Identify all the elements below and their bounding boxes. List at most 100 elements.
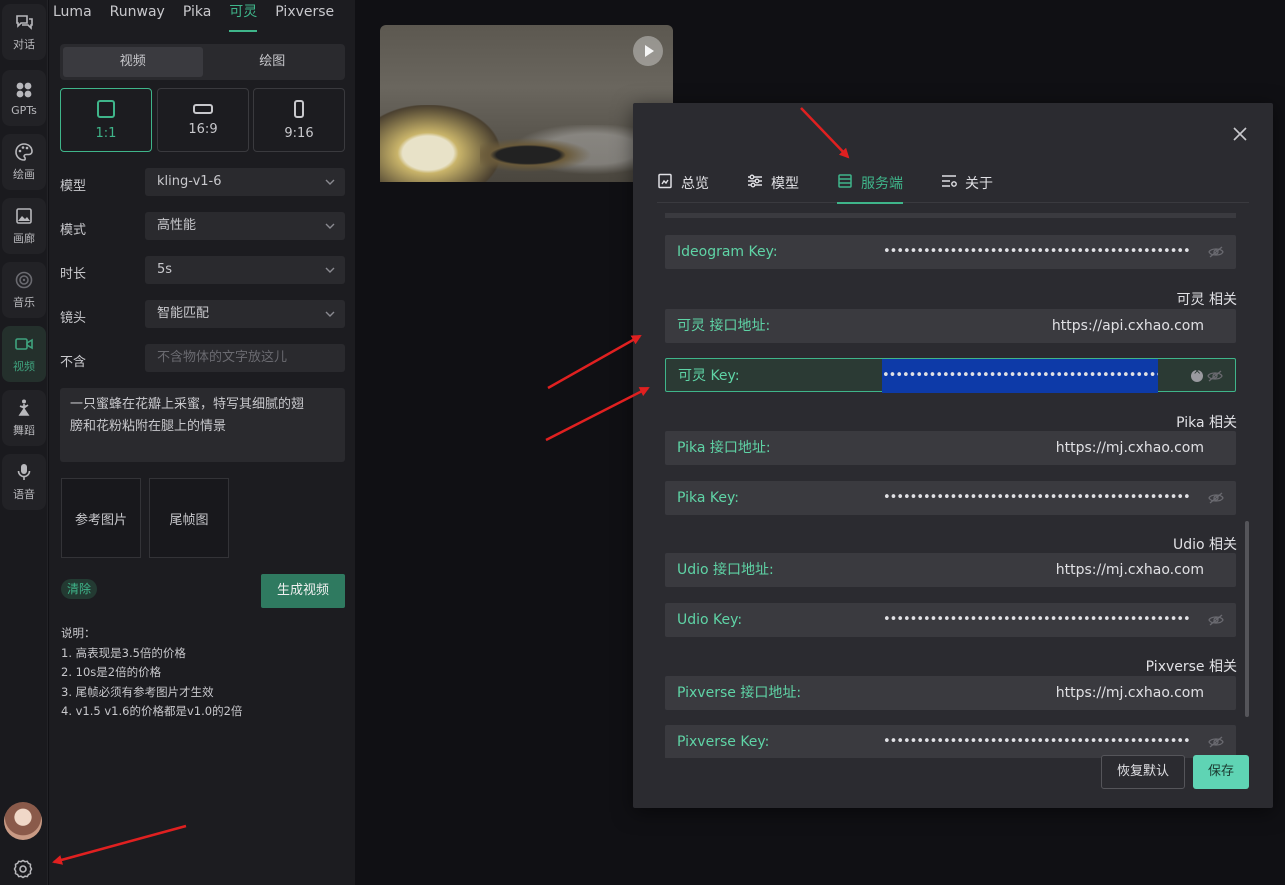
chevron-down-icon bbox=[325, 311, 335, 317]
tab-luma[interactable]: Luma bbox=[49, 0, 101, 32]
masked-value: ••••••••••••••••••••••••••••••••••••••••… bbox=[883, 244, 1189, 259]
generate-video-button[interactable]: 生成视频 bbox=[261, 574, 345, 608]
ideogram-key-field[interactable]: Ideogram Key: ••••••••••••••••••••••••••… bbox=[665, 235, 1236, 269]
server-settings-list[interactable]: Ideogram Key: ••••••••••••••••••••••••••… bbox=[665, 213, 1237, 758]
kling-url-field[interactable]: 可灵 接口地址: https://api.cxhao.com bbox=[665, 309, 1236, 343]
square-icon bbox=[97, 99, 115, 118]
ratio-16-9-button[interactable]: 16:9 bbox=[157, 88, 249, 152]
negative-input[interactable]: 不含物体的文字放这儿 bbox=[145, 344, 345, 372]
mode-draw-button[interactable]: 绘图 bbox=[203, 47, 343, 77]
udio-url-field[interactable]: Udio 接口地址: https://mj.cxhao.com bbox=[665, 553, 1236, 587]
mode-select[interactable]: 高性能 bbox=[145, 212, 345, 240]
duration-value: 5s bbox=[157, 262, 173, 277]
negative-label: 不含 bbox=[60, 355, 87, 370]
clear-button[interactable]: 清除 bbox=[61, 579, 98, 599]
dance-icon bbox=[18, 399, 30, 416]
field-label: Udio Key: bbox=[677, 612, 743, 628]
tab-about[interactable]: 关于 bbox=[941, 167, 993, 203]
field-value: https://mj.cxhao.com bbox=[1055, 562, 1204, 578]
tab-kling[interactable]: 可灵 bbox=[220, 0, 266, 32]
pixverse-key-field[interactable]: Pixverse Key: ••••••••••••••••••••••••••… bbox=[665, 725, 1236, 758]
gear-icon[interactable] bbox=[12, 858, 34, 880]
tab-label: 服务端 bbox=[861, 176, 903, 192]
rail-item-chat[interactable]: 对话 bbox=[2, 4, 46, 60]
rail-label: 画廊 bbox=[13, 232, 35, 245]
image-icon bbox=[16, 208, 32, 224]
masked-value: ••••••••••••••••••••••••••••••••••••••••… bbox=[883, 490, 1189, 505]
chevron-down-icon bbox=[325, 223, 335, 229]
pixverse-url-field[interactable]: Pixverse 接口地址: https://mj.cxhao.com bbox=[665, 676, 1236, 710]
pika-url-field[interactable]: Pika 接口地址: https://mj.cxhao.com bbox=[665, 431, 1236, 465]
reset-default-button[interactable]: 恢复默认 bbox=[1101, 755, 1185, 789]
rail-item-gallery[interactable]: 画廊 bbox=[2, 198, 46, 254]
duration-select[interactable]: 5s bbox=[145, 256, 345, 284]
tab-pixverse[interactable]: Pixverse bbox=[266, 0, 343, 32]
bee-shape bbox=[480, 125, 640, 182]
udio-key-field[interactable]: Udio Key: ••••••••••••••••••••••••••••••… bbox=[665, 603, 1236, 637]
rail-label: 音乐 bbox=[13, 296, 35, 309]
rail-item-paint[interactable]: 绘画 bbox=[2, 134, 46, 190]
pika-section-title: Pika 相关 bbox=[1176, 415, 1237, 431]
eye-off-icon[interactable] bbox=[1208, 491, 1224, 505]
ratio-label: 9:16 bbox=[284, 125, 314, 141]
tab-label: 模型 bbox=[771, 176, 799, 192]
palette-icon bbox=[15, 143, 33, 161]
avatar[interactable] bbox=[4, 802, 42, 840]
rail-item-gpts[interactable]: GPTs bbox=[2, 70, 46, 126]
tab-pika[interactable]: Pika bbox=[174, 0, 220, 32]
eye-off-icon[interactable] bbox=[1208, 735, 1224, 749]
prompt-line: 一只蜜蜂在花瓣上采蜜，特写其细腻的翅 bbox=[70, 397, 305, 412]
mode-label: 模式 bbox=[60, 223, 87, 238]
chevron-down-icon bbox=[325, 267, 335, 273]
notes-line: 3. 尾帧必须有参考图片才生效 bbox=[61, 684, 214, 699]
tab-server[interactable]: 服务端 bbox=[837, 167, 903, 204]
rail-label: 视频 bbox=[13, 360, 35, 373]
rail-label: 绘画 bbox=[13, 168, 35, 181]
eye-off-icon[interactable] bbox=[1208, 245, 1224, 259]
tab-overview[interactable]: 总览 bbox=[657, 167, 709, 203]
divider bbox=[665, 213, 1236, 218]
tab-label: 关于 bbox=[965, 176, 993, 192]
save-button[interactable]: 保存 bbox=[1193, 755, 1249, 789]
tab-model[interactable]: 模型 bbox=[747, 167, 799, 203]
camera-select[interactable]: 智能匹配 bbox=[145, 300, 345, 328]
rail-item-voice[interactable]: 语音 bbox=[2, 454, 46, 510]
field-label: Pika 接口地址: bbox=[677, 440, 771, 456]
model-label: 模型 bbox=[60, 179, 87, 194]
ratio-9-16-button[interactable]: 9:16 bbox=[253, 88, 345, 152]
field-label: Pixverse Key: bbox=[677, 734, 770, 750]
mode-switch: 视频 绘图 bbox=[60, 44, 345, 80]
model-select[interactable]: kling-v1-6 bbox=[145, 168, 345, 196]
dialog-tabs: 总览 模型 服务端 关于 bbox=[657, 167, 1249, 204]
field-label: Ideogram Key: bbox=[677, 244, 778, 260]
chat-icon bbox=[16, 15, 33, 30]
field-label: 可灵 Key: bbox=[678, 368, 740, 384]
prompt-textarea[interactable]: 一只蜜蜂在花瓣上采蜜，特写其细腻的翅 膀和花粉粘附在腿上的情景 bbox=[60, 388, 345, 462]
eye-off-icon[interactable] bbox=[1208, 613, 1224, 627]
close-icon[interactable] bbox=[1231, 125, 1249, 143]
clear-input-icon[interactable] bbox=[1191, 366, 1203, 382]
rail-label: 语音 bbox=[13, 488, 35, 501]
pika-key-field[interactable]: Pika Key: ••••••••••••••••••••••••••••••… bbox=[665, 481, 1236, 515]
tab-runway[interactable]: Runway bbox=[101, 0, 174, 32]
eye-off-icon[interactable] bbox=[1207, 369, 1223, 383]
play-icon[interactable] bbox=[633, 36, 663, 66]
video-thumbnail[interactable] bbox=[380, 25, 673, 182]
mode-video-button[interactable]: 视频 bbox=[63, 47, 203, 77]
ratio-1-1-button[interactable]: 1:1 bbox=[60, 88, 152, 152]
chevron-down-icon bbox=[325, 179, 335, 185]
scrollbar[interactable] bbox=[1245, 521, 1249, 717]
kling-key-field[interactable]: 可灵 Key: ••••••••••••••••••••••••••••••••… bbox=[665, 358, 1236, 393]
music-icon bbox=[15, 271, 33, 289]
rail-label: 舞蹈 bbox=[13, 424, 35, 437]
landscape-icon bbox=[193, 103, 213, 114]
video-icon bbox=[15, 338, 33, 350]
reference-image-slot[interactable]: 参考图片 bbox=[61, 478, 141, 558]
field-value: https://mj.cxhao.com bbox=[1055, 440, 1204, 456]
rail-item-music[interactable]: 音乐 bbox=[2, 262, 46, 318]
rail-item-dance[interactable]: 舞蹈 bbox=[2, 390, 46, 446]
masked-value: ••••••••••••••••••••••••••••••••••••••••… bbox=[882, 359, 1158, 393]
rail-item-video[interactable]: 视频 bbox=[2, 326, 46, 382]
apps-icon bbox=[16, 82, 32, 97]
end-frame-slot[interactable]: 尾帧图 bbox=[149, 478, 229, 558]
